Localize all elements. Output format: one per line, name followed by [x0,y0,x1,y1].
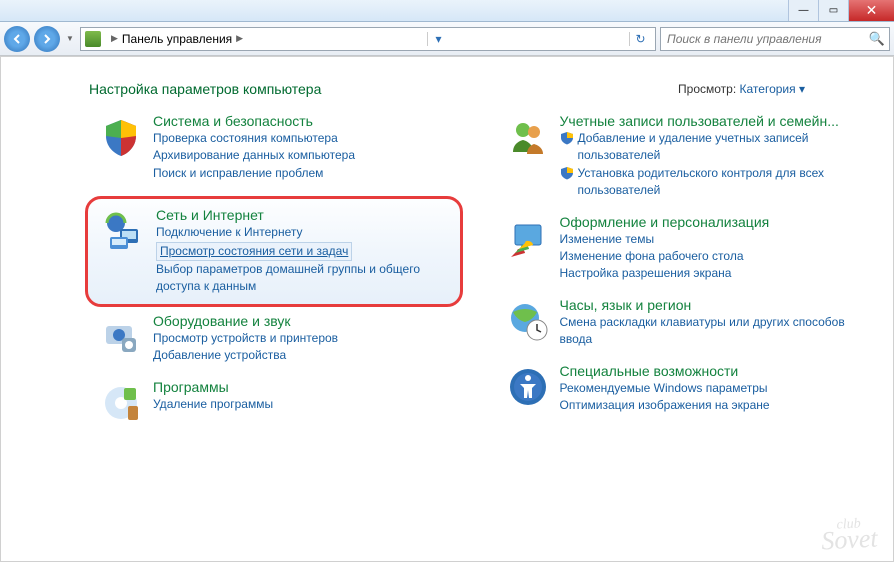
address-dropdown-icon[interactable]: ▾ [427,32,449,46]
viewby-dropdown[interactable]: Категория ▾ [740,82,805,96]
shield-icon [560,131,574,145]
search-icon[interactable]: 🔍 [865,31,889,47]
category-programs: Программы Удаление программы [97,379,469,427]
network-internet-icon [100,207,148,255]
category-link[interactable]: Проверка состояния компьютера [153,130,469,147]
category-link[interactable]: Поиск и исправление проблем [153,165,469,182]
back-button[interactable] [4,26,30,52]
category-link[interactable]: Изменение темы [560,231,876,248]
programs-icon [97,379,145,427]
category-title[interactable]: Оборудование и звук [153,313,469,329]
category-appearance: Оформление и персонализация Изменение те… [504,214,876,283]
content-area: Настройка параметров компьютера Просмотр… [0,56,894,562]
forward-button[interactable] [34,26,60,52]
category-title[interactable]: Учетные записи пользователей и семейн... [560,113,876,129]
maximize-button[interactable]: ▭ [818,0,848,21]
category-link[interactable]: Настройка разрешения экрана [560,265,876,282]
category-title[interactable]: Специальные возможности [560,363,876,379]
category-title[interactable]: Программы [153,379,469,395]
category-link[interactable]: Просмотр устройств и принтеров [153,330,469,347]
category-clock-language: Часы, язык и регион Смена раскладки клав… [504,297,876,349]
titlebar: — ▭ ✕ [0,0,894,22]
view-by: Просмотр: Категория ▾ [678,82,805,96]
shield-icon [560,166,574,180]
right-column: Учетные записи пользователей и семейн...… [504,113,876,441]
category-link[interactable]: Подключение к Интернету [156,224,452,241]
search-box[interactable]: 🔍 [660,27,890,51]
category-link[interactable]: Добавление устройства [153,347,469,364]
category-link[interactable]: Выбор параметров домашней группы и общег… [156,261,452,296]
search-input[interactable] [661,32,865,46]
category-hardware-sound: Оборудование и звук Просмотр устройств и… [97,313,469,365]
control-panel-icon [85,31,101,47]
category-link[interactable]: Удаление программы [153,396,469,413]
system-security-icon [97,113,145,161]
viewby-label: Просмотр: [678,82,736,96]
category-user-accounts: Учетные записи пользователей и семейн...… [504,113,876,200]
watermark: club Sovet [820,518,878,553]
address-bar[interactable]: ▶ Панель управления ▶ ▾ ↻ [80,27,656,51]
category-link[interactable]: Установка родительского контроля для все… [560,165,876,200]
ease-of-access-icon [504,363,552,411]
breadcrumb-item[interactable]: Панель управления [122,32,232,46]
category-link[interactable]: Добавление и удаление учетных записей по… [560,130,876,165]
category-title[interactable]: Сеть и Интернет [156,207,452,223]
category-link[interactable]: Архивирование данных компьютера [153,147,469,164]
history-dropdown-icon[interactable]: ▼ [64,34,76,43]
clock-language-icon [504,297,552,345]
category-link-hovered[interactable]: Просмотр состояния сети и задач [156,242,452,261]
navbar: ▼ ▶ Панель управления ▶ ▾ ↻ 🔍 [0,22,894,56]
category-title[interactable]: Система и безопасность [153,113,469,129]
appearance-icon [504,214,552,262]
page-title: Настройка параметров компьютера [89,81,321,97]
category-ease-of-access: Специальные возможности Рекомендуемые Wi… [504,363,876,415]
user-accounts-icon [504,113,552,161]
category-link[interactable]: Оптимизация изображения на экране [560,397,876,414]
left-column: Система и безопасность Проверка состояни… [97,113,469,441]
category-link[interactable]: Изменение фона рабочего стола [560,248,876,265]
highlighted-category: Сеть и Интернет Подключение к Интернету … [85,196,463,307]
close-button[interactable]: ✕ [848,0,894,21]
chevron-right-icon: ▶ [111,33,118,44]
chevron-right-icon[interactable]: ▶ [236,33,243,44]
category-network-internet: Сеть и Интернет Подключение к Интернету … [100,207,452,296]
category-title[interactable]: Часы, язык и регион [560,297,876,313]
refresh-icon[interactable]: ↻ [629,32,651,46]
minimize-button[interactable]: — [788,0,818,21]
category-system-security: Система и безопасность Проверка состояни… [97,113,469,182]
category-title[interactable]: Оформление и персонализация [560,214,876,230]
hardware-sound-icon [97,313,145,361]
category-link[interactable]: Рекомендуемые Windows параметры [560,380,876,397]
category-link[interactable]: Смена раскладки клавиатуры или других сп… [560,314,876,349]
